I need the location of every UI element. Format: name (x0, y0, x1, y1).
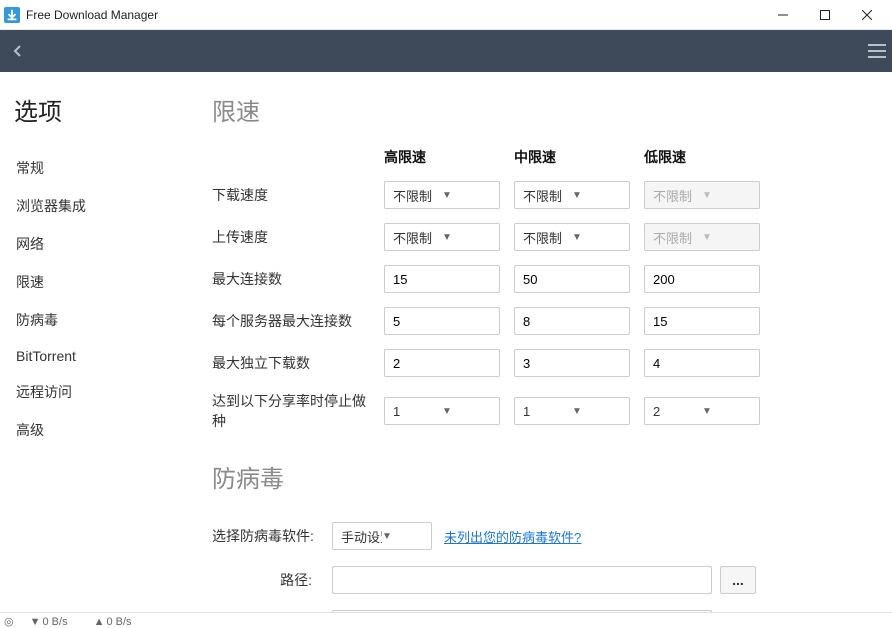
toolbar (0, 30, 892, 72)
upload-speed-high[interactable]: 不限制▼ (384, 223, 500, 251)
status-download-speed: ▼0 B/s (30, 616, 68, 628)
chevron-down-icon: ▼ (572, 232, 621, 243)
chevron-down-icon: ▼ (572, 190, 621, 201)
max-standalone-high[interactable] (384, 349, 500, 377)
max-conn-server-low[interactable] (644, 307, 760, 335)
sidebar-item-bittorrent[interactable]: BitTorrent (14, 339, 186, 373)
label-max-connections: 最大连接数 (212, 269, 384, 289)
minimize-button[interactable] (762, 1, 804, 29)
max-standalone-medium[interactable] (514, 349, 630, 377)
statusbar: ◎ ▼0 B/s ▲0 B/s (0, 612, 892, 628)
max-connections-low[interactable] (644, 265, 760, 293)
row-av-path: 路径: ... (212, 566, 872, 594)
max-conn-server-medium[interactable] (514, 307, 630, 335)
col-medium: 中限速 (514, 147, 644, 167)
sidebar-item-advanced[interactable]: 高级 (14, 411, 186, 449)
window-controls (762, 1, 888, 29)
label-av-path: 路径: (212, 570, 332, 590)
max-connections-high[interactable] (384, 265, 500, 293)
chevron-down-icon: ▼ (382, 531, 423, 542)
chevron-down-icon: ▼ (702, 232, 751, 243)
download-speed-low[interactable]: 不限制▼ (644, 181, 760, 209)
sidebar-item-remote[interactable]: 远程访问 (14, 373, 186, 411)
sidebar-item-general[interactable]: 常规 (14, 149, 186, 187)
menu-icon[interactable] (868, 44, 886, 58)
section-title-speed: 限速 (212, 92, 872, 127)
chevron-down-icon: ▼ (702, 406, 751, 417)
col-high: 高限速 (384, 147, 514, 167)
snail-icon[interactable]: ◎ (4, 615, 14, 628)
upload-speed-medium[interactable]: 不限制▼ (514, 223, 630, 251)
arrow-down-icon: ▼ (30, 616, 41, 628)
sidebar-item-browser[interactable]: 浏览器集成 (14, 187, 186, 225)
back-button[interactable] (6, 39, 30, 63)
chevron-down-icon: ▼ (572, 406, 621, 417)
download-speed-high[interactable]: 不限制▼ (384, 181, 500, 209)
col-low: 低限速 (644, 147, 774, 167)
max-connections-medium[interactable] (514, 265, 630, 293)
stop-seeding-medium[interactable]: 1▼ (514, 397, 630, 425)
stop-seeding-high[interactable]: 1▼ (384, 397, 500, 425)
max-standalone-low[interactable] (644, 349, 760, 377)
arrow-up-icon: ▲ (94, 616, 105, 628)
antivirus-not-listed-link[interactable]: 未列出您的防病毒软件? (444, 527, 581, 546)
upload-speed-low[interactable]: 不限制▼ (644, 223, 760, 251)
main-panel: 限速 高限速 中限速 低限速 下载速度 不限制▼ 不限制▼ 不限制▼ 上传速度 … (196, 72, 892, 612)
av-path-input[interactable] (332, 566, 712, 594)
maximize-button[interactable] (804, 1, 846, 29)
label-max-standalone: 最大独立下载数 (212, 353, 384, 373)
chevron-down-icon: ▼ (442, 232, 491, 243)
label-upload-speed: 上传速度 (212, 227, 384, 247)
close-button[interactable] (846, 1, 888, 29)
row-max-conn-per-server: 每个服务器最大连接数 (212, 307, 872, 335)
sidebar-title: 选项 (14, 92, 186, 127)
row-max-connections: 最大连接数 (212, 265, 872, 293)
max-conn-server-high[interactable] (384, 307, 500, 335)
section-title-antivirus: 防病毒 (212, 459, 872, 494)
row-download-speed: 下载速度 不限制▼ 不限制▼ 不限制▼ (212, 181, 872, 209)
chevron-down-icon: ▼ (702, 190, 751, 201)
sidebar: 选项 常规 浏览器集成 网络 限速 防病毒 BitTorrent 远程访问 高级 (0, 72, 196, 612)
row-choose-antivirus: 选择防病毒软件: 手动设置...▼ 未列出您的防病毒软件? (212, 522, 872, 550)
antivirus-select[interactable]: 手动设置...▼ (332, 522, 432, 550)
window-title: Free Download Manager (26, 8, 762, 22)
content-area: 选项 常规 浏览器集成 网络 限速 防病毒 BitTorrent 远程访问 高级… (0, 72, 892, 612)
titlebar: Free Download Manager (0, 0, 892, 30)
label-choose-antivirus: 选择防病毒软件: (212, 526, 332, 546)
label-stop-seeding: 达到以下分享率时停止做种 (212, 391, 384, 431)
label-max-conn-per-server: 每个服务器最大连接数 (212, 311, 384, 331)
row-max-standalone: 最大独立下载数 (212, 349, 872, 377)
chevron-down-icon: ▼ (442, 190, 491, 201)
sidebar-item-antivirus[interactable]: 防病毒 (14, 301, 186, 339)
status-upload-speed: ▲0 B/s (94, 616, 132, 628)
download-speed-medium[interactable]: 不限制▼ (514, 181, 630, 209)
label-download-speed: 下载速度 (212, 185, 384, 205)
stop-seeding-low[interactable]: 2▼ (644, 397, 760, 425)
sidebar-item-network[interactable]: 网络 (14, 225, 186, 263)
row-upload-speed: 上传速度 不限制▼ 不限制▼ 不限制▼ (212, 223, 872, 251)
row-stop-seeding: 达到以下分享率时停止做种 1▼ 1▼ 2▼ (212, 391, 872, 431)
column-headers: 高限速 中限速 低限速 (212, 147, 872, 167)
app-icon (4, 7, 20, 23)
sidebar-item-speed-limits[interactable]: 限速 (14, 263, 186, 301)
chevron-down-icon: ▼ (442, 406, 491, 417)
browse-button[interactable]: ... (720, 566, 756, 594)
